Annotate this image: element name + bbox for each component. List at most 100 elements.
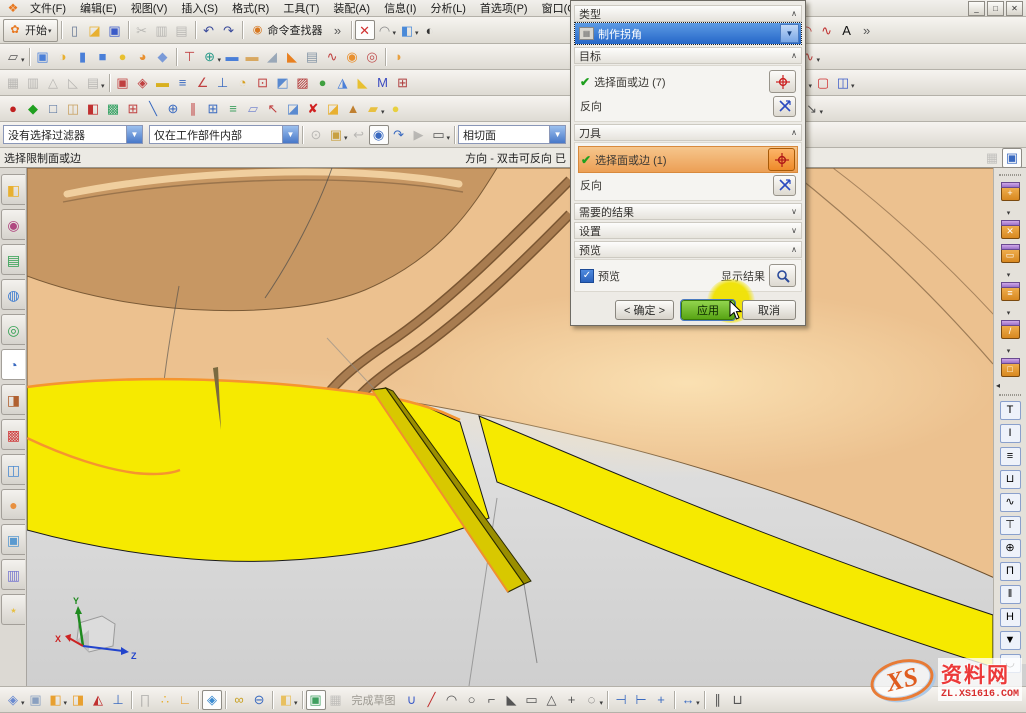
preview-section-header[interactable]: 预览∧ xyxy=(574,241,802,258)
unite-icon[interactable]: ◉ xyxy=(342,47,362,67)
parallelogram-icon[interactable]: ▱ xyxy=(243,99,263,119)
stack-gray-icon[interactable]: ▤ xyxy=(83,73,103,93)
rotate-small-icon[interactable]: ↷ xyxy=(389,125,409,145)
arrangement-dropdown-icon[interactable]: ▾ xyxy=(294,699,298,707)
open-icon[interactable]: ◪ xyxy=(85,20,105,40)
hole-icon[interactable]: ⊤ xyxy=(180,47,200,67)
apply-button[interactable]: 应用 xyxy=(681,300,735,320)
shaded-view-dropdown-icon[interactable]: ▾ xyxy=(415,29,419,37)
chevron-down-icon[interactable]: ▼ xyxy=(282,126,298,143)
notebook-icon[interactable]: ◫ xyxy=(833,73,853,93)
tool-select-row[interactable]: ✔ 选择面或边 (1) xyxy=(578,146,798,173)
cut-icon[interactable]: ✂ xyxy=(132,20,152,40)
rapid-dimension-dropdown-icon[interactable]: ▾ xyxy=(696,699,700,707)
quick-trim-icon[interactable]: ⊣ xyxy=(611,690,631,710)
list-info-icon[interactable]: ≡ xyxy=(173,73,193,93)
image-gallery-tab-icon[interactable]: ▣ xyxy=(1,524,25,555)
layers-icon[interactable]: ≡ xyxy=(1000,447,1021,466)
collapse-left-icon[interactable]: ◂ xyxy=(996,381,1000,390)
tool-section-header[interactable]: 刀具∧ xyxy=(574,124,802,141)
context-dropdown-icon[interactable]: ▾ xyxy=(21,699,25,707)
command-finder-button[interactable]: ◉ 命令查找器 xyxy=(246,19,328,42)
model-viewport[interactable]: Y X Z xyxy=(27,168,1026,686)
mold-edit-dropdown-icon[interactable]: ▾ xyxy=(1007,347,1011,355)
pillar-icon[interactable]: Π xyxy=(1000,562,1021,581)
chain-icon[interactable]: ⊙ xyxy=(306,125,326,145)
sketch-line-icon[interactable]: ╱ xyxy=(422,690,442,710)
graphics-window[interactable]: Y X Z ◧◉▤◍◎◔◨▩◫●▣▥⋆ +▾✕▭▾≡▾/▾□ ◂ TI≡⊔∿⊤⊕… xyxy=(0,168,1026,686)
sketch-point-icon[interactable]: + xyxy=(562,690,582,710)
overflow-icon[interactable]: » xyxy=(328,20,348,40)
sketch-shape-dropdown-icon[interactable]: ▾ xyxy=(600,699,604,707)
rapid-dimension-icon[interactable]: ↔ xyxy=(678,690,698,710)
color-map-icon[interactable]: ▩ xyxy=(103,99,123,119)
pipe-gray-icon[interactable]: ∏ xyxy=(135,690,155,710)
add-component-dropdown-icon[interactable]: ▾ xyxy=(64,699,68,707)
vector-icon[interactable]: ↖ xyxy=(263,99,283,119)
folder-pen-icon[interactable]: ◪ xyxy=(323,99,343,119)
minitab-icon[interactable]: M xyxy=(373,73,393,93)
pencil-box-icon[interactable]: ▰ xyxy=(363,99,383,119)
view-orient-dropdown-icon[interactable]: ▾ xyxy=(393,29,397,37)
thicken-icon[interactable]: ◎ xyxy=(362,47,382,67)
boss-dropdown-icon[interactable]: ▾ xyxy=(218,56,222,64)
lock-constraint-icon[interactable]: ⊖ xyxy=(249,690,269,710)
wedge-icon[interactable]: ◢ xyxy=(262,47,282,67)
grid-toggle-icon[interactable]: ▦ xyxy=(982,148,1002,168)
result-section-header[interactable]: 需要的结果∨ xyxy=(574,203,802,220)
menu-item-0[interactable]: 文件(F) xyxy=(23,0,73,18)
grid-box-icon[interactable]: ⊞ xyxy=(203,99,223,119)
frame-check-icon[interactable]: ⊡ xyxy=(253,73,273,93)
show-result-button[interactable] xyxy=(769,264,796,287)
new-part-icon[interactable]: ▯ xyxy=(65,20,85,40)
add-component-icon[interactable]: ◧ xyxy=(46,690,66,710)
redo-icon[interactable]: ↷ xyxy=(219,20,239,40)
cylinder-icon[interactable]: ▮ xyxy=(73,47,93,67)
pick-box-dropdown-icon[interactable]: ▾ xyxy=(344,134,348,142)
pattern-gray-icon[interactable]: ▦ xyxy=(3,73,23,93)
ring-icon[interactable]: ⊕ xyxy=(1000,539,1021,558)
red-frame-icon[interactable]: ▢ xyxy=(813,73,833,93)
sketch-shape-icon[interactable]: ◌ xyxy=(582,690,602,710)
mold-init-dropdown-icon[interactable]: ▾ xyxy=(1007,209,1011,217)
cue-box-icon[interactable]: ▣ xyxy=(1002,148,1022,168)
pencil-box-dropdown-icon[interactable]: ▾ xyxy=(381,108,385,116)
delete-icon[interactable]: ✘ xyxy=(303,99,323,119)
toolbar-grip[interactable] xyxy=(999,394,1021,396)
measure-icon[interactable]: ▬ xyxy=(153,73,173,93)
cube-outline-icon[interactable]: □ xyxy=(43,99,63,119)
undo-small-icon[interactable]: ↩ xyxy=(349,125,369,145)
cancel-button[interactable]: 取消 xyxy=(742,300,796,320)
calculator-icon[interactable]: ⊞ xyxy=(393,73,413,93)
chevron-down-icon[interactable]: ∨ xyxy=(791,226,797,235)
clamp-icon[interactable]: ⊔ xyxy=(1000,470,1021,489)
type-section-header[interactable]: 类型∧ xyxy=(574,5,802,22)
profile-curve-icon[interactable]: ∪ xyxy=(402,690,422,710)
copy-icon[interactable]: ▥ xyxy=(152,20,172,40)
paste-icon[interactable]: ▤ xyxy=(172,20,192,40)
mold-list-icon[interactable]: ≡ xyxy=(1001,286,1020,301)
wave-curve-dropdown-icon[interactable]: ▾ xyxy=(817,56,821,64)
mold-edit-icon[interactable]: / xyxy=(1001,324,1020,339)
corner-constraint-icon[interactable]: ⊔ xyxy=(728,690,748,710)
mold-parting-dropdown-icon[interactable]: ▾ xyxy=(1007,271,1011,279)
saved-layout-tab-icon[interactable]: ▥ xyxy=(1,559,25,590)
selection-filter-dropdown[interactable]: 没有选择过滤器▼ xyxy=(3,125,143,144)
bend-icon[interactable]: ◣ xyxy=(282,47,302,67)
frame-cross-icon[interactable]: ⊞ xyxy=(123,99,143,119)
block-icon[interactable]: ■ xyxy=(93,47,113,67)
mold-parting-icon[interactable]: ▭ xyxy=(1001,248,1020,263)
pattern-component-icon[interactable]: ▣ xyxy=(26,690,46,710)
line-thin-icon[interactable]: ╲ xyxy=(143,99,163,119)
part-library-tab-icon[interactable]: ▤ xyxy=(1,244,25,275)
protractor-icon[interactable]: ◔ xyxy=(233,73,253,93)
snap-sphere-icon[interactable]: ◉ xyxy=(369,125,389,145)
pick-box-icon[interactable]: ▣ xyxy=(326,125,346,145)
mirror-gray-icon[interactable]: ▥ xyxy=(23,73,43,93)
sketch-rectangle-icon[interactable]: ▭ xyxy=(522,690,542,710)
sketch-grid-icon[interactable]: ▦ xyxy=(326,690,346,710)
spring-icon[interactable]: ∿ xyxy=(1000,493,1021,512)
web-browser-tab-icon[interactable]: ◍ xyxy=(1,279,25,310)
menu-item-5[interactable]: 工具(T) xyxy=(276,0,326,18)
blend-corner-icon[interactable]: ◗ xyxy=(389,47,409,67)
